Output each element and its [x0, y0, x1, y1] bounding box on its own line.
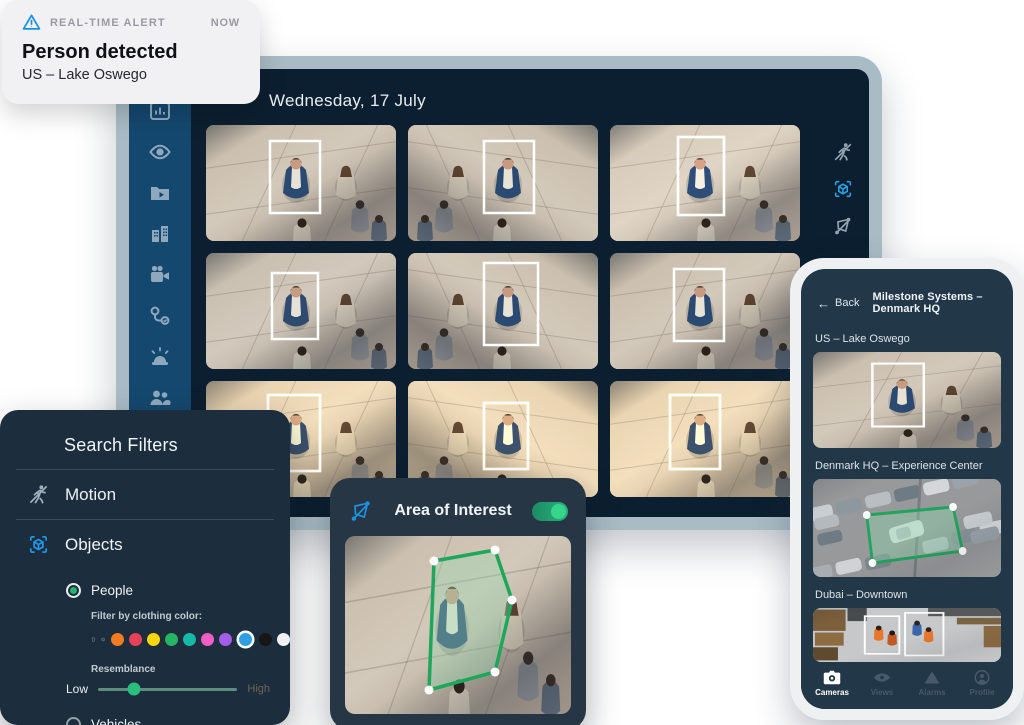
mobile-title: Milestone Systems – Denmark HQ — [872, 291, 997, 315]
slider-low-label: Low — [66, 682, 88, 696]
area-of-interest-icon[interactable] — [832, 215, 854, 237]
nav-cameras[interactable]: Cameras — [807, 670, 857, 697]
slider-track[interactable] — [98, 688, 237, 691]
area-of-interest-card: Area of Interest — [330, 478, 586, 725]
filter-motion-label: Motion — [65, 485, 116, 505]
area-of-interest-preview[interactable] — [345, 536, 571, 714]
clothing-color-swatch[interactable] — [111, 633, 124, 646]
alert-location: US – Lake Oswego — [22, 67, 240, 83]
camera-nav-icon — [823, 670, 841, 685]
camera-thumbnail[interactable] — [813, 608, 1001, 662]
filter-motion[interactable]: Motion — [0, 470, 290, 519]
area-polygon-overlay — [345, 536, 571, 714]
recordings-icon[interactable] — [148, 181, 172, 205]
alert-time: NOW — [211, 17, 240, 29]
camera-icon[interactable] — [148, 263, 172, 287]
vehicles-option[interactable]: Vehicles — [66, 717, 290, 725]
eye-icon[interactable] — [148, 140, 172, 164]
motion-search-icon[interactable] — [832, 141, 854, 163]
camera-label: Denmark HQ – Experience Center — [815, 460, 999, 472]
sites-icon[interactable] — [148, 222, 172, 246]
nav-views[interactable]: Views — [857, 670, 907, 697]
vehicles-radio[interactable] — [66, 717, 81, 725]
vehicles-label: Vehicles — [91, 717, 141, 725]
object-search-icon[interactable] — [832, 178, 854, 200]
nav-label: Views — [871, 688, 894, 697]
no-color-icon[interactable] — [101, 631, 105, 648]
people-icon[interactable] — [148, 386, 172, 410]
people-label: People — [91, 583, 133, 598]
mobile-app: ← Back Milestone Systems – Denmark HQ US … — [790, 258, 1024, 720]
camera-tile[interactable] — [610, 125, 800, 241]
resemblance-label: Resemblance — [91, 664, 290, 675]
panel-title: Search Filters — [0, 410, 290, 469]
alarm-nav-icon — [923, 670, 941, 685]
nav-label: Cameras — [815, 688, 849, 697]
camera-label: Dubai – Downtown — [815, 589, 999, 601]
back-label: Back — [835, 297, 859, 309]
nav-profile[interactable]: Profile — [957, 670, 1007, 697]
search-tools-rail — [832, 141, 854, 237]
clothing-color-swatches — [91, 630, 290, 649]
object-cube-icon — [27, 533, 50, 556]
tshirt-icon[interactable] — [91, 630, 96, 649]
camera-tile[interactable] — [408, 125, 598, 241]
camera-tile[interactable] — [610, 381, 800, 497]
alert-label: REAL-TIME ALERT — [50, 17, 166, 29]
camera-thumbnail[interactable] — [813, 479, 1001, 577]
nav-label: Profile — [970, 688, 995, 697]
resemblance-slider[interactable]: Low High — [66, 682, 270, 696]
nav-alarms[interactable]: Alarms — [907, 670, 957, 697]
nav-label: Alarms — [918, 688, 945, 697]
clothing-color-swatch[interactable] — [277, 633, 290, 646]
people-option[interactable]: People — [66, 583, 290, 598]
resemblance-slider-thumb[interactable] — [128, 683, 141, 696]
alert-header: REAL-TIME ALERT NOW — [22, 13, 240, 32]
people-radio[interactable] — [66, 583, 81, 598]
alarm-icon[interactable] — [148, 345, 172, 369]
clothing-color-swatch[interactable] — [201, 633, 214, 646]
camera-tile[interactable] — [206, 125, 396, 241]
clothing-color-swatch[interactable] — [219, 633, 232, 646]
mobile-bottom-nav: Cameras Views Alarms Profile — [801, 663, 1013, 709]
filter-objects[interactable]: Objects — [0, 520, 290, 569]
clothing-color-swatch[interactable] — [165, 633, 178, 646]
slider-high-label: High — [247, 683, 270, 695]
area-of-interest-title: Area of Interest — [374, 502, 532, 520]
eye-nav-icon — [873, 670, 891, 685]
mobile-header: ← Back Milestone Systems – Denmark HQ — [801, 269, 1013, 321]
clothing-color-swatch[interactable] — [147, 633, 160, 646]
camera-list: US – Lake Oswego Denmark HQ – Experience… — [801, 333, 1013, 662]
camera-thumbnail[interactable] — [813, 352, 1001, 448]
area-of-interest-header: Area of Interest — [345, 491, 571, 536]
camera-tile[interactable] — [610, 253, 800, 369]
warning-triangle-icon — [22, 13, 41, 32]
clothing-color-swatch[interactable] — [239, 633, 252, 646]
back-arrow-icon: ← — [817, 297, 830, 310]
back-button[interactable]: ← Back — [817, 297, 859, 310]
camera-tile[interactable] — [206, 253, 396, 369]
clothing-filter-label: Filter by clothing color: — [91, 611, 290, 622]
clothing-color-swatch[interactable] — [183, 633, 196, 646]
mobile-screen: ← Back Milestone Systems – Denmark HQ US … — [801, 269, 1013, 709]
motion-icon — [27, 483, 50, 506]
camera-label: US – Lake Oswego — [815, 333, 999, 345]
camera-tile[interactable] — [408, 253, 598, 369]
area-of-interest-toggle[interactable] — [532, 502, 568, 521]
filter-objects-label: Objects — [65, 535, 123, 555]
alert-title: Person detected — [22, 41, 240, 64]
polygon-icon — [348, 498, 374, 524]
search-filters-panel: Search Filters Motion Objects People Fil… — [0, 410, 290, 725]
alert-notification[interactable]: REAL-TIME ALERT NOW Person detected US –… — [2, 0, 260, 104]
composition: Wednesday, 17 July Search Filters Motion… — [0, 0, 1024, 725]
clothing-color-swatch[interactable] — [259, 633, 272, 646]
camera-grid — [206, 125, 800, 497]
clothing-color-swatch[interactable] — [129, 633, 142, 646]
profile-nav-icon — [973, 670, 991, 685]
date-header: Wednesday, 17 July — [269, 91, 426, 111]
rules-icon[interactable] — [148, 304, 172, 328]
